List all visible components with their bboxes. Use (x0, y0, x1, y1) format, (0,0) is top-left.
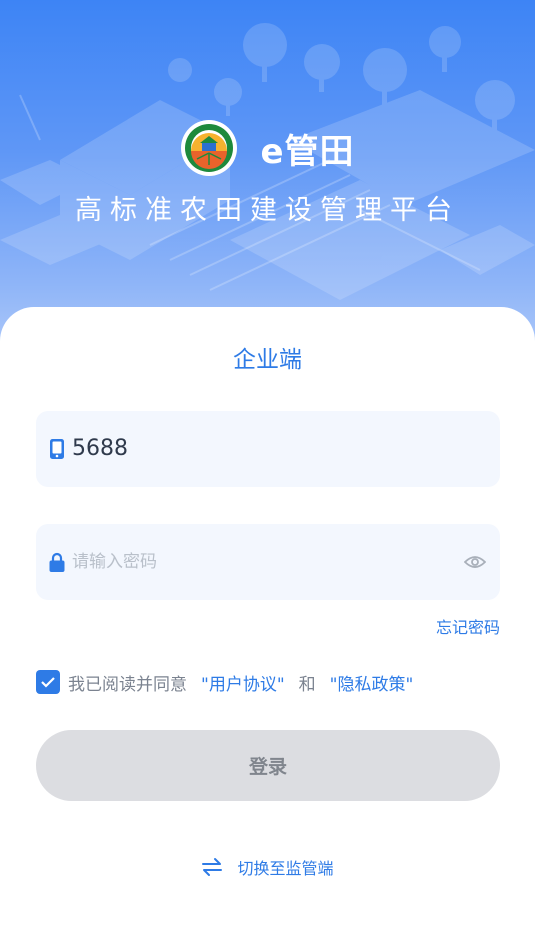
user-agreement-link[interactable]: "用户协议" (201, 670, 285, 695)
switch-portal-link[interactable]: 切换至监管端 (0, 855, 535, 879)
switch-portal-label: 切换至监管端 (237, 859, 334, 878)
agreement-checkbox[interactable] (36, 670, 60, 694)
brand-row: e管田 (0, 119, 535, 177)
login-button[interactable]: 登录 (36, 730, 500, 801)
swap-icon (202, 858, 223, 876)
check-icon (41, 677, 55, 688)
app-name: e管田 (260, 131, 355, 172)
and-text: 和 (298, 674, 316, 695)
eye-icon[interactable] (464, 552, 486, 572)
password-placeholder: 请输入密码 (72, 552, 157, 572)
portal-title: 企业端 (233, 347, 302, 373)
agreement-prefix: 我已阅读并同意 (68, 674, 187, 695)
forgot-password-link[interactable]: 忘记密码 (436, 614, 500, 638)
phone-field[interactable]: 5688 (36, 411, 500, 487)
farmland-seal-logo (181, 120, 238, 176)
phone-icon (50, 439, 64, 459)
privacy-policy-link[interactable]: "隐私政策" (330, 670, 414, 695)
password-field[interactable]: 请输入密码 (36, 524, 500, 600)
lock-icon (49, 552, 65, 572)
platform-subtitle: 高标准农田建设管理平台 (75, 195, 460, 226)
agreement-row: 我已阅读并同意 "用户协议" 和 "隐私政策" (36, 670, 414, 695)
phone-input-value: 5688 (72, 436, 128, 461)
